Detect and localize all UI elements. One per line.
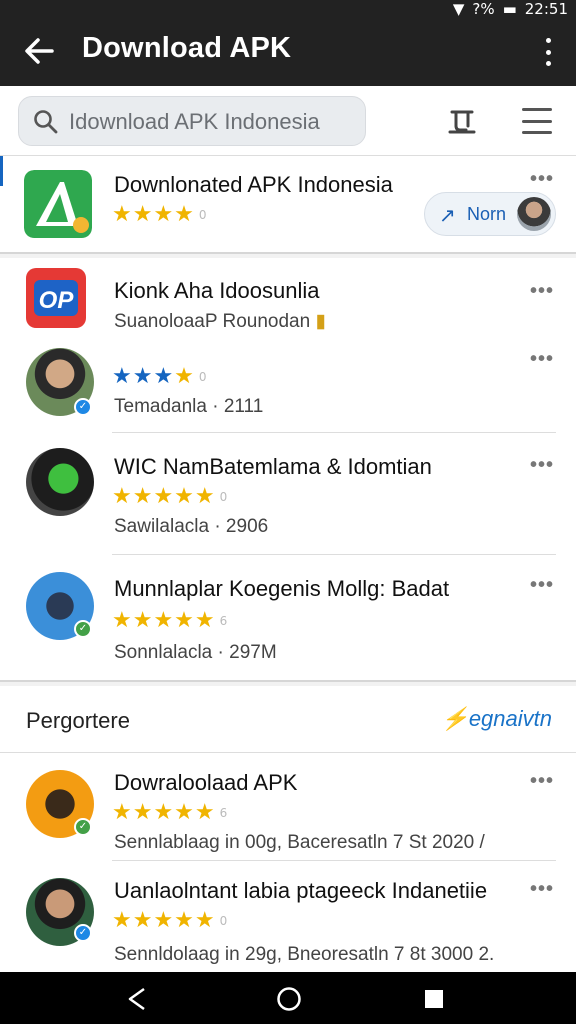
app-name: Munnlaplar Koegenis Mollg: Badat <box>114 576 450 601</box>
section-link[interactable]: ⚡egnaivtn <box>441 706 552 732</box>
app-name: Kionk Aha Idoosunlia <box>114 278 320 303</box>
nav-home-icon[interactable] <box>276 986 302 1012</box>
selection-accent <box>0 156 3 186</box>
search-bar-row: Idownload APK Indonesia <box>0 86 576 156</box>
app-subtitle: Sennlablaag in 00g, Baceresatln 7 St 202… <box>114 832 485 853</box>
nav-back-icon[interactable] <box>126 986 148 1012</box>
app-subtitle: SuanoloaaP Rounodan ▮ <box>114 311 326 332</box>
apk-app-icon <box>24 170 92 238</box>
divider <box>112 860 556 861</box>
filter-icon[interactable] <box>444 104 480 140</box>
send-icon: ↗ <box>439 203 456 227</box>
open-now-button[interactable]: ↗ Norn <box>424 192 556 236</box>
section-card: Pergortere ⚡egnaivtn ✓ Dowraloolaad APK … <box>0 686 576 972</box>
more-options-icon[interactable]: ••• <box>530 770 554 793</box>
user-avatar <box>517 197 551 231</box>
menu-icon[interactable] <box>522 108 552 134</box>
avatar <box>26 448 94 516</box>
app-subtitle: Sonnlalacla · 297M <box>114 642 277 663</box>
page-title: Download APK <box>82 32 292 64</box>
app-subtitle: Temadanla · 2111 <box>114 396 264 417</box>
app-subtitle: Sawilalacla · 2906 <box>114 516 269 537</box>
search-icon <box>34 110 58 134</box>
verified-icon: ✓ <box>74 398 92 416</box>
battery-percent: ?% <box>472 0 495 18</box>
app-bar: Download APK <box>0 18 576 86</box>
app-name: WIC NamBatemlama & Idomtian <box>114 454 432 479</box>
app-name: Downlonated APK Indonesia <box>114 172 393 197</box>
nav-recents-icon[interactable] <box>424 989 444 1009</box>
wifi-icon: ▼ <box>452 0 465 18</box>
section-title: Pergortere <box>26 708 130 733</box>
divider <box>112 554 556 555</box>
verified-icon: ✓ <box>74 924 92 942</box>
more-options-icon[interactable]: ••• <box>530 168 554 191</box>
more-options-icon[interactable]: ••• <box>530 878 554 901</box>
rating-stars: ★★★★ 0 <box>112 202 208 227</box>
op-app-icon: OP <box>26 268 86 328</box>
rating-stars: ★★★★★ 0 <box>112 484 229 509</box>
clock: 22:51 <box>524 0 568 18</box>
divider <box>112 432 556 433</box>
app-list-card: OP Kionk Aha Idoosunlia SuanoloaaP Rouno… <box>0 258 576 682</box>
svg-text:OP: OP <box>39 287 75 314</box>
rating-stars: ★★★★★ 6 <box>112 608 229 633</box>
verified-icon: ✓ <box>74 620 92 638</box>
back-arrow-icon[interactable] <box>22 34 56 68</box>
bolt-icon: ⚡ <box>441 706 469 731</box>
more-options-icon[interactable]: ••• <box>530 574 554 597</box>
app-name: Uanlaolntant labia ptageeck Indanetiie <box>114 878 488 903</box>
app-subtitle: Sennldolaag in 29g, Bneoresatln 7 8t 300… <box>114 944 495 965</box>
rating-stars: ★★★★★ 6 <box>112 800 229 825</box>
lock-icon: ▮ <box>315 311 326 332</box>
rating-stars: ★★★★★ 0 <box>112 908 229 933</box>
search-input[interactable]: Idownload APK Indonesia <box>18 96 366 146</box>
rating-stars: ★★★★ 0 <box>112 364 208 389</box>
search-placeholder: Idownload APK Indonesia <box>69 109 320 134</box>
overflow-menu-icon[interactable] <box>536 36 560 68</box>
divider <box>0 752 576 753</box>
verified-icon: ✓ <box>74 818 92 836</box>
more-options-icon[interactable]: ••• <box>530 280 554 303</box>
app-name: Dowraloolaad APK <box>114 770 298 795</box>
featured-app-card[interactable]: Downlonated APK Indonesia ★★★★ 0 ••• ↗ No… <box>0 156 576 254</box>
more-options-icon[interactable]: ••• <box>530 454 554 477</box>
system-nav-bar <box>0 972 576 1024</box>
status-bar: ▼ ?% ▬ 22:51 <box>0 0 576 18</box>
more-options-icon[interactable]: ••• <box>530 348 554 371</box>
battery-icon: ▬ <box>502 0 517 18</box>
